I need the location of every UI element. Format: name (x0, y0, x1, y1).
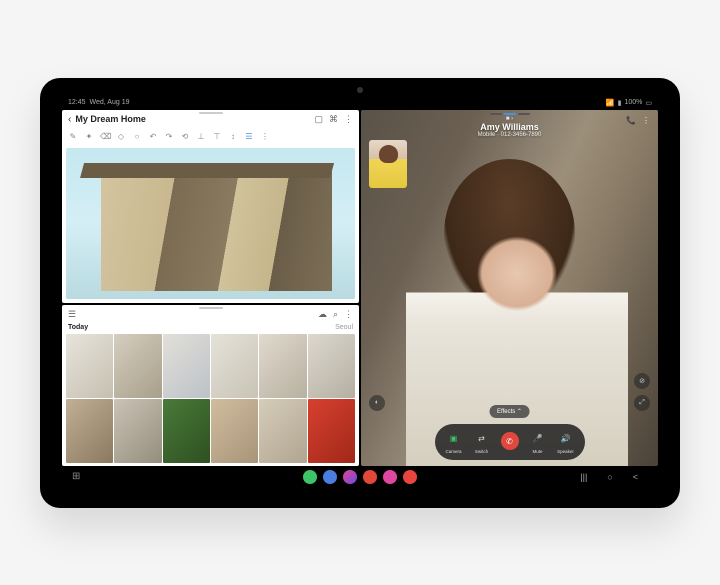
add-call-icon[interactable]: 📞 (626, 116, 636, 125)
photo-thumb[interactable] (163, 399, 210, 463)
recent-button[interactable]: ||| (580, 472, 587, 482)
notes-header: ‹ My Dream Home ▢ ⌘ ⋮ (62, 110, 359, 129)
back-icon[interactable]: ‹ (68, 114, 71, 125)
call-more-icon[interactable]: ⋮ (642, 116, 650, 125)
align-tool[interactable]: ⊥ (196, 132, 206, 141)
notes-canvas[interactable] (66, 148, 355, 299)
notes-title: My Dream Home (75, 114, 146, 124)
call-controls: ▣Camera ⇄Switch ✆ 🎤Mute 🔊Speaker (435, 424, 585, 460)
pen-tool[interactable]: ✎ (68, 132, 78, 141)
dock-app-4[interactable] (363, 470, 377, 484)
photo-thumb[interactable] (308, 399, 355, 463)
photo-thumb[interactable] (163, 334, 210, 398)
location-name: Seoul (335, 324, 353, 331)
camera-button[interactable]: ▣Camera (445, 430, 463, 454)
dock-app-6[interactable] (403, 470, 417, 484)
gallery-app[interactable]: ☰ ☁ ⌕ ⋮ Today Seoul (62, 305, 359, 466)
highlighter-tool[interactable]: ✦ (84, 132, 94, 141)
tool-more[interactable]: ⋮ (260, 132, 270, 141)
status-date: Wed, Aug 19 (90, 99, 130, 106)
battery-icon: ▭ (645, 99, 652, 107)
redo-tool[interactable]: ↷ (164, 132, 174, 141)
dock-app-messages[interactable] (323, 470, 337, 484)
battery-text: 100% (624, 99, 642, 106)
photo-thumb[interactable] (211, 399, 258, 463)
undo-tool[interactable]: ↶ (148, 132, 158, 141)
more-icon[interactable]: ⋮ (344, 309, 353, 320)
back-button[interactable]: < (633, 472, 638, 482)
effects-button[interactable]: Effects ⌃ (489, 405, 530, 418)
expand-button[interactable]: ⤢ (634, 395, 650, 411)
text-tool[interactable]: ☰ (244, 132, 254, 141)
video-icon: ■ › (367, 116, 652, 122)
photo-thumb[interactable] (66, 399, 113, 463)
end-call-button[interactable]: ✆ (501, 432, 519, 451)
window-handle[interactable] (199, 112, 223, 114)
caller-name: Amy Williams (367, 122, 652, 132)
gallery-header: ☰ ☁ ⌕ ⋮ (62, 305, 359, 324)
shape-tool[interactable]: ◇ (116, 132, 126, 141)
photo-thumb[interactable] (259, 399, 306, 463)
switch-button[interactable]: ⇄Switch (473, 430, 491, 454)
photo-thumb[interactable] (308, 334, 355, 398)
photo-thumb[interactable] (114, 334, 161, 398)
multi-window-content: ‹ My Dream Home ▢ ⌘ ⋮ ✎ ✦ ⌫ ◇ ○ (62, 110, 658, 466)
photo-thumb[interactable] (66, 334, 113, 398)
tablet-device: 12:45 Wed, Aug 19 📶 ▮ 100% ▭ ‹ My Dream … (40, 78, 680, 508)
move-tool[interactable]: ↕ (228, 132, 238, 141)
call-header: ■ › Amy Williams Mobile · 012-3456-7890 … (361, 110, 658, 144)
speaker-button[interactable]: 🔊Speaker (557, 430, 575, 454)
photo-thumb[interactable] (211, 334, 258, 398)
apps-grid-icon[interactable]: ⊞ (72, 471, 80, 482)
mute-button[interactable]: 🎤Mute (529, 430, 547, 454)
app-dock (303, 470, 417, 484)
video-call-app[interactable]: ■ › Amy Williams Mobile · 012-3456-7890 … (361, 110, 658, 466)
dock-app-phone[interactable] (303, 470, 317, 484)
left-column: ‹ My Dream Home ▢ ⌘ ⋮ ✎ ✦ ⌫ ◇ ○ (62, 110, 359, 466)
screen: 12:45 Wed, Aug 19 📶 ▮ 100% ▭ ‹ My Dream … (62, 96, 658, 488)
window-handle[interactable] (199, 307, 223, 309)
wifi-icon: 📶 (606, 99, 615, 107)
attach-icon[interactable]: ⌘ (329, 114, 338, 125)
gallery-section-label: Today Seoul (62, 324, 359, 331)
menu-icon[interactable]: ☰ (68, 309, 76, 320)
more-icon[interactable]: ⋮ (344, 114, 353, 125)
eraser-tool[interactable]: ⌫ (100, 132, 110, 141)
notes-app[interactable]: ‹ My Dream Home ▢ ⌘ ⋮ ✎ ✦ ⌫ ◇ ○ (62, 110, 359, 303)
status-time: 12:45 (68, 99, 86, 106)
rotate-tool[interactable]: ⟲ (180, 132, 190, 141)
section-name: Today (68, 324, 88, 331)
minimize-button[interactable]: ⊘ (634, 373, 650, 389)
caller-number: Mobile · 012-3456-7890 (367, 132, 652, 138)
dock-app-browser[interactable] (343, 470, 357, 484)
search-icon[interactable]: ⌕ (333, 309, 338, 320)
cloud-icon[interactable]: ☁ (318, 309, 327, 320)
nav-bar: ⊞ ||| ○ < (62, 466, 658, 488)
front-camera (357, 87, 363, 93)
dock-app-5[interactable] (383, 470, 397, 484)
home-button[interactable]: ○ (607, 472, 612, 482)
nav-buttons: ||| ○ < (580, 472, 638, 482)
house-sketch (101, 163, 332, 291)
notes-toolbar: ✎ ✦ ⌫ ◇ ○ ↶ ↷ ⟲ ⊥ ⊤ ↕ ☰ ⋮ (62, 129, 359, 144)
photo-thumb[interactable] (259, 334, 306, 398)
transform-tool[interactable]: ⊤ (212, 132, 222, 141)
self-view-pip[interactable] (369, 140, 407, 188)
signal-icon: ▮ (618, 99, 622, 107)
status-bar: 12:45 Wed, Aug 19 📶 ▮ 100% ▭ (62, 96, 658, 110)
circle-tool[interactable]: ○ (132, 132, 142, 141)
side-controls: ⊘ ⤢ (634, 373, 650, 411)
photo-grid (62, 331, 359, 466)
reader-icon[interactable]: ▢ (314, 114, 323, 125)
capture-button[interactable]: ◐ (369, 395, 385, 411)
photo-thumb[interactable] (114, 399, 161, 463)
